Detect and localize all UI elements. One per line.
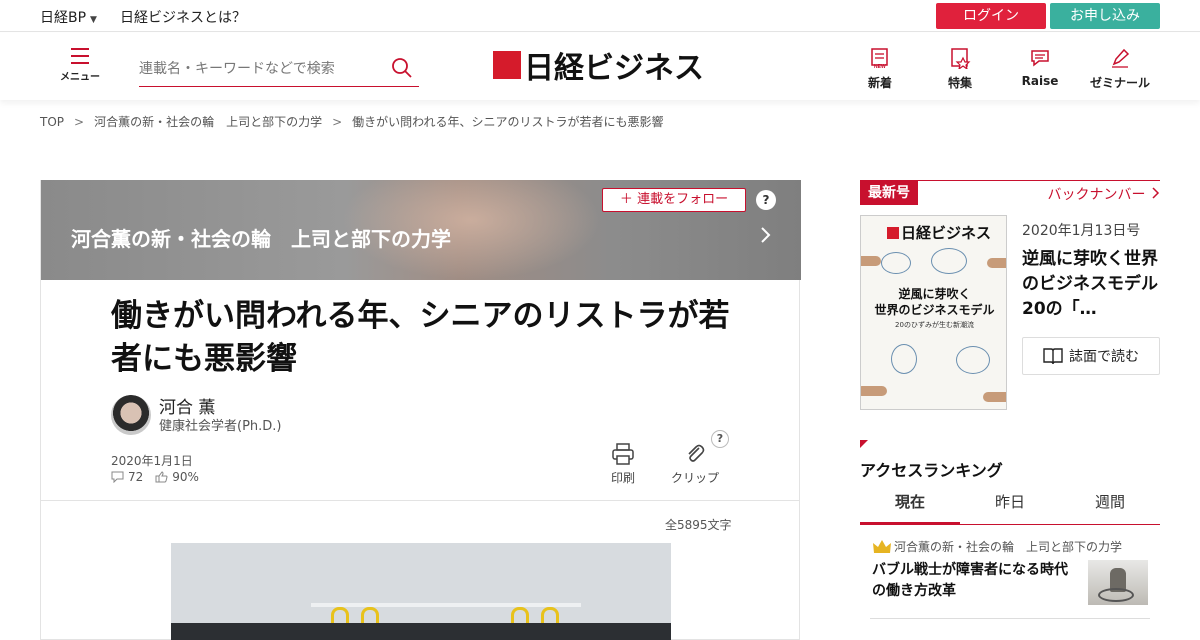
latest-issue-tag: 最新号: [860, 181, 918, 205]
breadcrumb-series[interactable]: 河合薫の新・社会の輪 上司と部下の力学: [94, 115, 322, 129]
print-label: 印刷: [611, 471, 636, 485]
like-rate-value: 90%: [172, 470, 199, 484]
ranking-item-title[interactable]: バブル戦士が障害者になる時代の働き方改革: [872, 560, 1078, 602]
menu-button[interactable]: メニュー: [58, 48, 102, 83]
section-marker: [860, 440, 868, 448]
author-role: 健康社会学者(Ph.D.): [159, 419, 282, 434]
search-placeholder: 連載名・キーワードなどで検索: [139, 61, 335, 77]
breadcrumb: TOP > 河合薫の新・社会の輪 上司と部下の力学 > 働きがい問われる年、シニアのリス…: [40, 113, 664, 130]
back-numbers-link[interactable]: バックナンバー: [1048, 184, 1160, 204]
cover-headline: 逆風に芽吹く 世界のビジネスモデル: [874, 287, 995, 317]
chevron-down-icon: ▼: [90, 15, 97, 25]
ranking-title: アクセスランキング: [860, 461, 1003, 480]
comment-count[interactable]: 72: [111, 470, 143, 484]
cover-subtitle: 20のひずみが生む新潮流: [895, 321, 974, 329]
book-icon: [1043, 348, 1063, 365]
nav-seminar-label: ゼミナール: [1090, 76, 1151, 90]
latest-issue-header: 最新号 バックナンバー: [860, 180, 1160, 206]
nav-new[interactable]: NEW 新着: [850, 47, 910, 91]
tab-yesterday[interactable]: 昨日: [960, 492, 1060, 524]
ranking-item-thumbnail[interactable]: [1088, 560, 1148, 605]
character-count: 全5895文字: [665, 518, 732, 532]
breadcrumb-top[interactable]: TOP: [40, 115, 64, 129]
back-numbers-label: バックナンバー: [1047, 187, 1146, 203]
article-title: 働きがい問われる年、シニアのリストラが若者にも悪影響: [111, 298, 730, 377]
login-button[interactable]: ログイン: [936, 3, 1046, 29]
search-input[interactable]: 連載名・キーワードなどで検索: [139, 53, 419, 87]
issue-date: 2020年1月13日号: [1022, 223, 1141, 239]
comment-count-value: 72: [128, 470, 144, 484]
site-logo[interactable]: 日経ビジネス: [493, 47, 704, 86]
comment-icon: [111, 471, 124, 483]
ranking-tabs: 現在 昨日 週間: [860, 492, 1160, 525]
nav-feature-label: 特集: [947, 76, 972, 90]
series-title: 河合薫の新・社会の輪 上司と部下の力学: [71, 227, 451, 251]
breadcrumb-separator: >: [74, 115, 85, 129]
new-icon: NEW: [871, 48, 888, 70]
menu-label: メニュー: [60, 72, 100, 83]
logo-mark: [493, 51, 521, 79]
plus-icon: ＋: [619, 192, 638, 207]
pen-icon: [1112, 48, 1130, 68]
site-header: メニュー 連載名・キーワードなどで検索 日経ビジネス NEW 新着 特集 Rai…: [0, 33, 1200, 100]
hamburger-icon: [58, 48, 102, 64]
chevron-right-icon[interactable]: [759, 226, 771, 248]
nav-raise-label: Raise: [1021, 74, 1059, 88]
article-stats: 72 90%: [111, 470, 199, 484]
follow-series-button[interactable]: ＋ 連載をフォロー: [602, 188, 746, 212]
crown-icon: [873, 540, 891, 553]
nav-seminar[interactable]: ゼミナール: [1090, 47, 1150, 91]
series-banner[interactable]: 河合薫の新・社会の輪 上司と部下の力学 ＋ 連載をフォロー ?: [41, 180, 801, 280]
tab-now[interactable]: 現在: [860, 492, 960, 525]
nav-feature[interactable]: 特集: [930, 47, 990, 91]
nav-new-label: 新着: [867, 76, 892, 90]
search-icon[interactable]: [391, 57, 413, 83]
follow-label: 連載をフォロー: [637, 192, 729, 207]
breadcrumb-separator: >: [332, 115, 343, 129]
svg-text:NEW: NEW: [874, 64, 886, 69]
clip-label: クリップ: [671, 471, 720, 485]
ranking-item-series: 河合薫の新・社会の輪 上司と部下の力学: [894, 540, 1123, 554]
top-bar: 日経BP ▼ 日経ビジネスとは？ ログイン お申し込み: [0, 0, 1200, 32]
like-rate[interactable]: 90%: [155, 470, 199, 484]
nikkei-bp-label: 日経BP: [40, 10, 87, 26]
paperclip-icon: [688, 444, 705, 462]
publish-date: 2020年1月1日: [111, 454, 193, 468]
read-issue-button[interactable]: 誌面で読む: [1022, 337, 1160, 375]
thumbs-up-icon: [155, 471, 168, 483]
nav-raise[interactable]: Raise: [1010, 47, 1070, 88]
read-issue-label: 誌面で読む: [1069, 349, 1139, 365]
nikkei-bp-menu[interactable]: 日経BP ▼: [40, 7, 97, 27]
chevron-right-icon: [1152, 187, 1160, 199]
divider: [41, 500, 799, 501]
author-avatar[interactable]: [111, 395, 151, 435]
raise-icon: [1031, 50, 1049, 67]
article-card: 河合薫の新・社会の輪 上司と部下の力学 ＋ 連載をフォロー ? 働きがい問われる…: [40, 180, 801, 640]
clip-button[interactable]: クリップ: [671, 442, 719, 486]
tab-weekly[interactable]: 週間: [1060, 492, 1160, 524]
subscribe-button[interactable]: お申し込み: [1050, 3, 1160, 29]
printer-icon: [612, 443, 634, 465]
about-link[interactable]: 日経ビジネスとは？: [120, 7, 246, 27]
feature-icon: [951, 48, 971, 71]
divider: [870, 618, 1150, 619]
article-photo: [171, 543, 671, 640]
help-icon[interactable]: ?: [756, 190, 776, 210]
magazine-cover[interactable]: 日経ビジネス 逆風に芽吹く 世界のビジネスモデル 20のひずみが生む新潮流: [860, 215, 1007, 410]
logo-text: 日経ビジネス: [524, 51, 704, 86]
print-button[interactable]: 印刷: [611, 442, 635, 486]
breadcrumb-current: 働きがい問われる年、シニアのリストラが若者にも悪影響: [352, 115, 664, 129]
issue-title[interactable]: 逆風に芽吹く世界のビジネスモデル 20の「…: [1022, 247, 1175, 322]
cover-brand: 日経ビジネス: [887, 222, 991, 243]
clip-help-icon[interactable]: ?: [711, 430, 729, 448]
